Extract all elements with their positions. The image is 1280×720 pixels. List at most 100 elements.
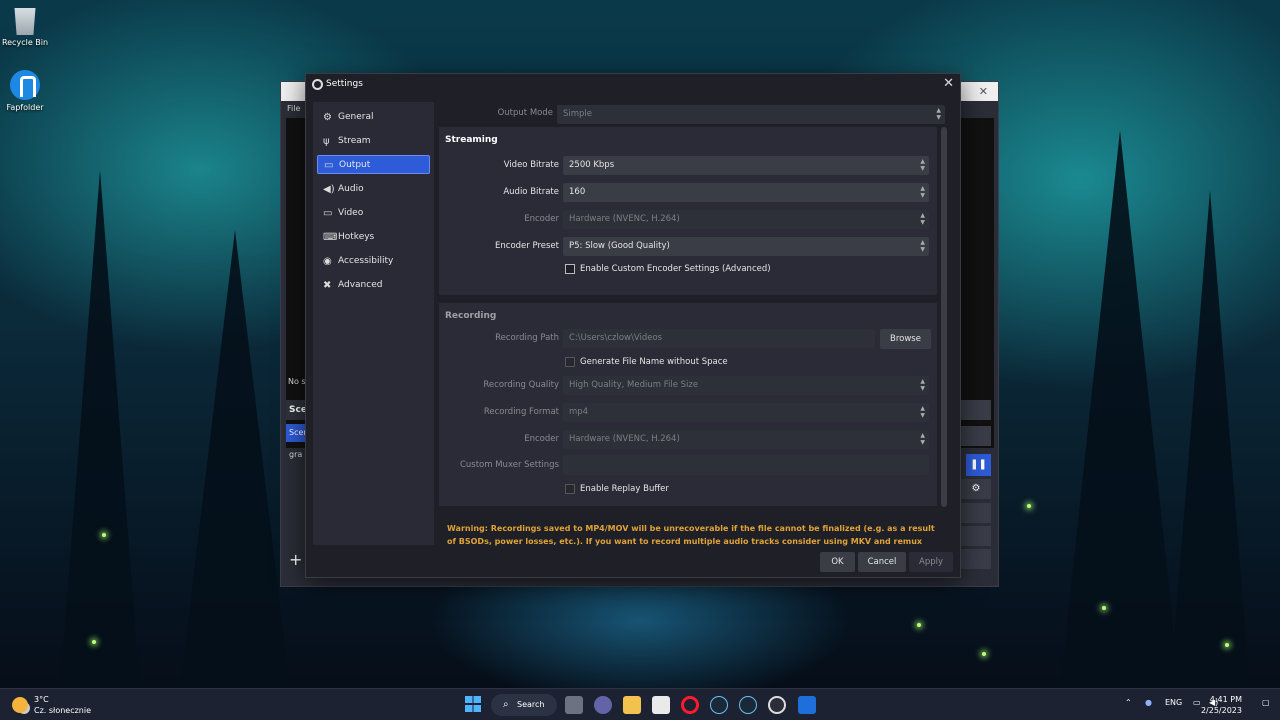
video-bitrate-spinbox[interactable]: 2500 Kbps ▲ ▼ (563, 156, 929, 175)
monitor-output-icon: ▭ (324, 160, 334, 171)
custom-encoder-label[interactable]: Enable Custom Encoder Settings (Advanced… (580, 264, 771, 274)
dock-control[interactable] (961, 503, 991, 523)
monitor-icon: ▭ (323, 208, 333, 219)
pause-icon[interactable]: ❚❚ (966, 454, 991, 476)
recording-format-label: Recording Format (483, 407, 559, 417)
recording-encoder-select[interactable]: Hardware (NVENC, H.264) ▲ ▼ (563, 430, 929, 449)
tree-silhouette (180, 230, 290, 690)
chevron-updown-icon: ▲ ▼ (920, 239, 925, 253)
gear-icon[interactable]: ⚙ (961, 479, 991, 499)
recording-title: Recording (445, 311, 497, 321)
file-explorer-dark-icon[interactable] (565, 696, 583, 714)
ok-button[interactable]: OK (820, 552, 855, 572)
teams-chat-icon[interactable] (594, 696, 612, 714)
sidebar-item-output[interactable]: ▭ Output (317, 155, 430, 174)
warning-text: Warning: Recordings saved to MP4/MOV wil… (447, 524, 935, 546)
language-indicator[interactable]: ENG (1165, 698, 1182, 707)
add-scene-button[interactable]: + (289, 550, 302, 569)
sidebar-item-label: Hotkeys (338, 232, 375, 242)
steam-icon[interactable] (710, 696, 728, 714)
sidebar-item-audio[interactable]: ◀) Audio (317, 180, 430, 199)
recycle-bin-icon (14, 8, 36, 35)
settings-titlebar: Settings ✕ (306, 74, 960, 96)
encoder-select[interactable]: Hardware (NVENC, H.264) ▲ ▼ (563, 210, 929, 229)
store-icon[interactable] (652, 696, 670, 714)
sidebar-item-stream[interactable]: ψ Stream (317, 132, 430, 151)
sidebar-item-label: Accessibility (338, 256, 394, 266)
audio-bitrate-select[interactable]: 160 ▲ ▼ (563, 183, 929, 202)
dock-control[interactable] (961, 549, 991, 569)
replay-buffer-checkbox[interactable] (565, 484, 575, 494)
encoder-preset-value: P5: Slow (Good Quality) (569, 241, 670, 251)
windows-start-icon[interactable] (465, 696, 481, 712)
search-icon: ⌕ (503, 699, 509, 710)
video-bitrate-value: 2500 Kbps (569, 160, 615, 170)
spin-arrows-icon[interactable]: ▲ ▼ (920, 158, 925, 172)
microphone-icon[interactable]: ● (1145, 698, 1152, 707)
recording-quality-value: High Quality, Medium File Size (569, 380, 699, 390)
clock-time: 4:41 PM (1209, 695, 1242, 704)
sidebar-item-accessibility[interactable]: ◉ Accessibility (317, 252, 430, 271)
encoder-preset-select[interactable]: P5: Slow (Good Quality) ▲ ▼ (563, 237, 929, 256)
scene-item[interactable]: gra (289, 450, 302, 459)
gear-icon: ⚙ (323, 112, 332, 123)
recording-path-value: C:\Users\czlow\Videos (569, 333, 663, 343)
app-blue-icon[interactable] (798, 696, 816, 714)
apply-button[interactable]: Apply (909, 552, 953, 572)
close-icon[interactable]: ✕ (979, 85, 988, 98)
dock-control[interactable] (961, 426, 991, 446)
obs-icon[interactable] (768, 696, 786, 714)
replay-buffer-label[interactable]: Enable Replay Buffer (580, 484, 669, 494)
network-icon[interactable]: ▭ (1193, 698, 1201, 707)
recording-path-input[interactable]: C:\Users\czlow\Videos (563, 329, 875, 348)
chevron-updown-icon: ▲ ▼ (920, 432, 925, 446)
gen-filename-label[interactable]: Generate File Name without Space (580, 357, 728, 367)
custom-muxer-label: Custom Muxer Settings (459, 460, 559, 470)
antenna-icon: ψ (323, 136, 330, 147)
browse-button[interactable]: Browse (880, 329, 931, 349)
recording-path-label: Recording Path (495, 333, 559, 343)
menu-file[interactable]: File (287, 104, 300, 113)
output-mode-select[interactable]: Simple ▲ ▼ (557, 105, 945, 124)
desktop-icon-fapfolder[interactable]: Fapfolder (0, 70, 55, 112)
settings-dialog: Settings ✕ ⚙ General ψ Stream ▭ Output ◀… (305, 73, 961, 578)
close-icon[interactable]: ✕ (943, 76, 954, 91)
chevron-updown-icon: ▲ ▼ (920, 212, 925, 226)
opera-icon[interactable] (681, 696, 699, 714)
taskbar-clock[interactable]: 4:41 PM 2/25/2023 (1201, 694, 1242, 716)
streaming-title: Streaming (445, 135, 498, 145)
dock-control[interactable] (961, 526, 991, 546)
chevron-up-icon[interactable]: ⌃ (1125, 698, 1132, 707)
folder-icon[interactable] (623, 696, 641, 714)
encoder-label: Encoder (524, 214, 559, 224)
custom-encoder-checkbox[interactable] (565, 264, 575, 274)
sidebar-item-advanced[interactable]: ✖ Advanced (317, 276, 430, 295)
notification-icon[interactable]: ▢ (1262, 698, 1270, 707)
sidebar-item-label: Output (339, 160, 371, 170)
dock-control[interactable] (961, 400, 991, 420)
gen-filename-checkbox[interactable] (565, 357, 575, 367)
taskbar-search-label: Search (517, 700, 545, 709)
keyboard-icon: ⌨ (323, 232, 338, 243)
firefly (917, 623, 921, 627)
content-scrollbar[interactable] (941, 127, 947, 507)
firefly (102, 533, 106, 537)
taskbar-search-button[interactable]: ⌕ Search (491, 694, 557, 716)
steam-alt-icon[interactable] (739, 696, 757, 714)
sidebar-item-label: General (338, 112, 374, 122)
desktop-icon-recycle-bin[interactable]: Recycle Bin (0, 5, 55, 47)
settings-content: Output Mode Simple ▲ ▼ Streaming Video Bi… (439, 102, 947, 546)
firefly (1027, 504, 1031, 508)
cancel-button[interactable]: Cancel (858, 552, 906, 572)
custom-muxer-input[interactable] (563, 455, 929, 475)
sidebar-item-video[interactable]: ▭ Video (317, 204, 430, 223)
sidebar-item-general[interactable]: ⚙ General (317, 108, 430, 127)
desktop-icon-label: Fapfolder (6, 103, 44, 112)
sidebar-item-hotkeys[interactable]: ⌨ Hotkeys (317, 228, 430, 247)
output-mode-label: Output Mode (497, 108, 553, 118)
recording-format-select[interactable]: mp4 ▲ ▼ (563, 403, 929, 422)
settings-title: Settings (326, 79, 363, 89)
recording-encoder-label: Encoder (524, 434, 559, 444)
recording-quality-select[interactable]: High Quality, Medium File Size ▲ ▼ (563, 376, 929, 395)
output-mode-value: Simple (563, 109, 593, 119)
